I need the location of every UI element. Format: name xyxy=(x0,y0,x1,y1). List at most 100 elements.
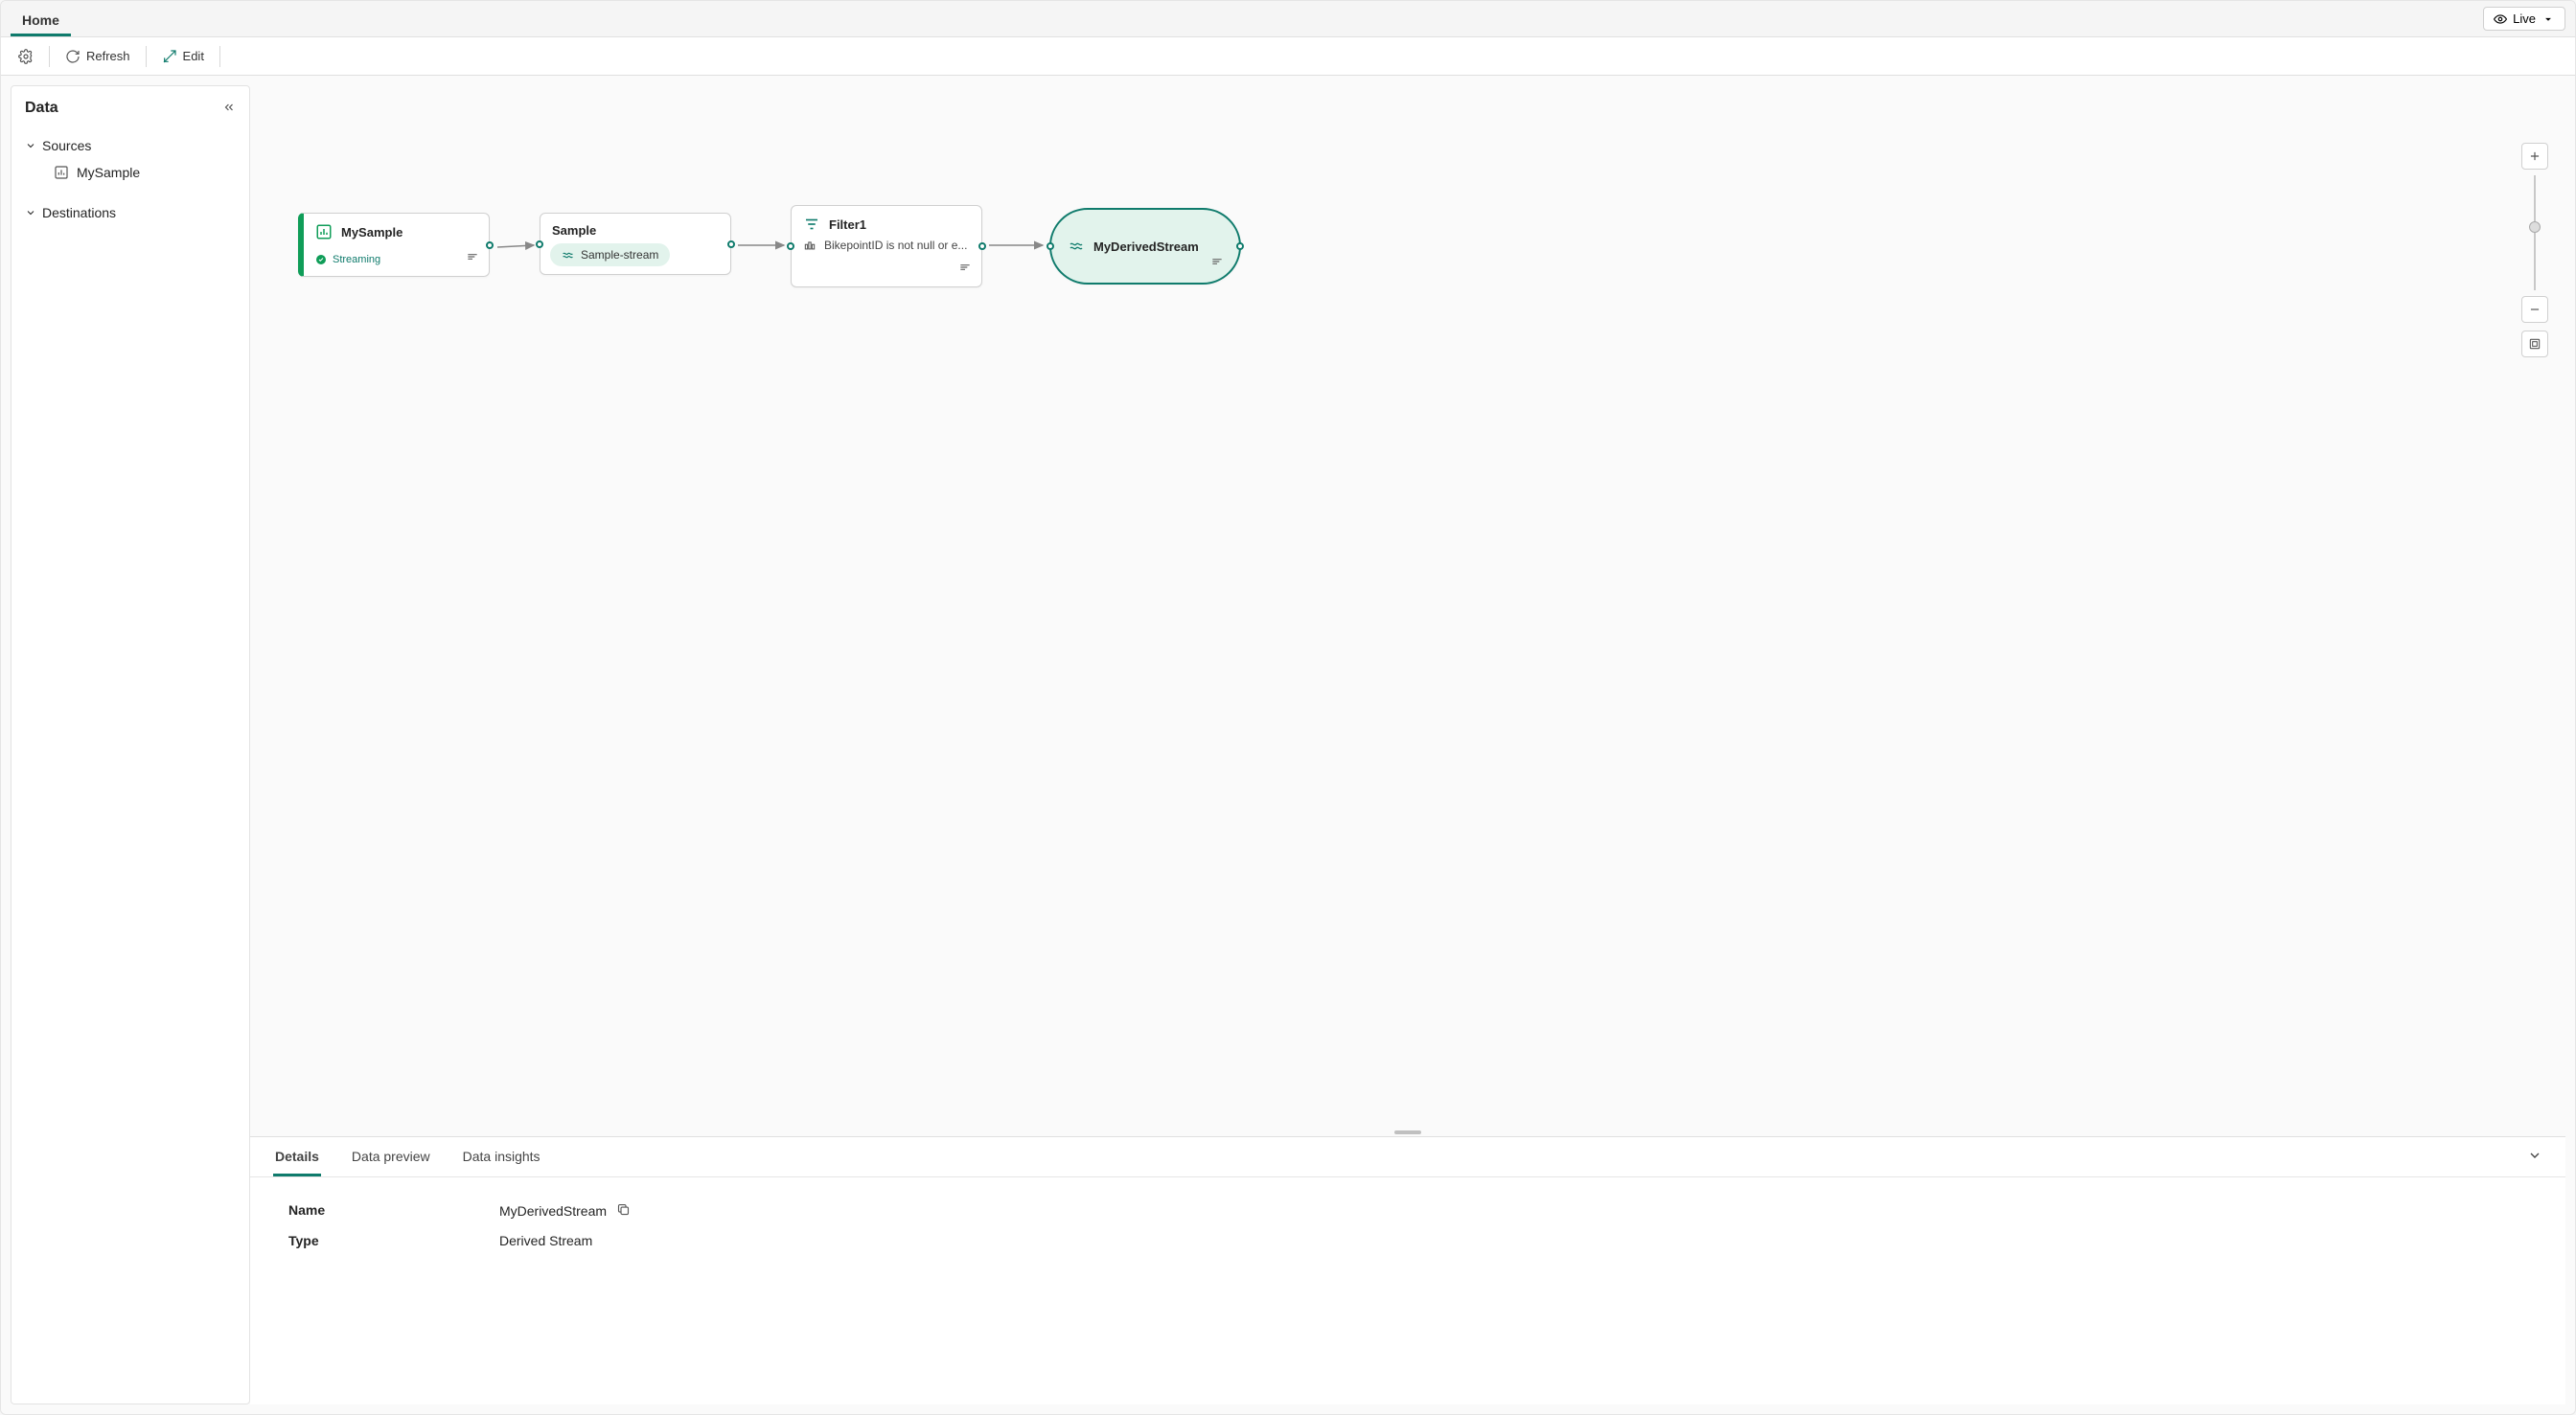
body: Data Sources MySample Destinations xyxy=(1,76,2575,1414)
type-value: Derived Stream xyxy=(499,1233,592,1248)
minus-icon xyxy=(2528,303,2542,316)
zoom-controls xyxy=(2521,143,2548,357)
port-out[interactable] xyxy=(1236,242,1244,250)
eye-icon xyxy=(2494,12,2507,26)
sources-section: Sources MySample xyxy=(25,134,236,188)
refresh-button[interactable]: Refresh xyxy=(56,43,140,70)
name-label: Name xyxy=(288,1202,442,1220)
divider xyxy=(146,46,147,67)
bottom-tabs: Details Data preview Data insights xyxy=(250,1137,2565,1177)
zoom-out-button[interactable] xyxy=(2521,296,2548,323)
sidebar-title: Data xyxy=(25,100,58,117)
tab-data-insights[interactable]: Data insights xyxy=(461,1137,542,1176)
zoom-slider-thumb[interactable] xyxy=(2529,221,2541,233)
app-window: Home Live Refresh Edit Data xyxy=(0,0,2576,1415)
details-body: Name MyDerivedStream Type Derived Stream xyxy=(250,1177,2565,1287)
divider xyxy=(219,46,220,67)
stream-icon xyxy=(562,249,574,262)
node-derived-title: MyDerivedStream xyxy=(1093,240,1199,254)
splitter-grip xyxy=(1394,1130,1421,1134)
node-menu-button[interactable] xyxy=(466,250,479,268)
zoom-slider-track[interactable] xyxy=(2534,175,2536,290)
field-name: Name MyDerivedStream xyxy=(288,1202,2527,1220)
tab-details[interactable]: Details xyxy=(273,1137,321,1176)
chevron-down-icon xyxy=(25,207,36,218)
gear-icon xyxy=(18,49,34,64)
live-label: Live xyxy=(2513,11,2536,26)
source-item-mysample[interactable]: MySample xyxy=(25,157,236,188)
ribbon-tab-home[interactable]: Home xyxy=(11,5,71,36)
chevron-down-icon xyxy=(2527,1148,2542,1163)
filter-icon xyxy=(803,216,820,233)
menu-lines-icon xyxy=(466,250,479,263)
status-text: Streaming xyxy=(333,254,380,265)
port-in[interactable] xyxy=(787,242,794,250)
flow-canvas[interactable]: MySample Streaming xyxy=(250,85,2565,1129)
chevron-down-icon xyxy=(2542,12,2555,26)
type-label: Type xyxy=(288,1233,442,1248)
sources-toggle[interactable]: Sources xyxy=(25,134,236,157)
column-icon xyxy=(803,240,816,253)
zoom-fit-button[interactable] xyxy=(2521,331,2548,357)
sidebar-header: Data xyxy=(25,100,236,117)
edit-icon xyxy=(162,49,177,64)
stream-icon xyxy=(1069,239,1084,254)
port-in[interactable] xyxy=(1046,242,1054,250)
tab-data-preview[interactable]: Data preview xyxy=(350,1137,432,1176)
destinations-section: Destinations xyxy=(25,201,236,224)
port-in[interactable] xyxy=(536,240,543,248)
bottom-panel: Details Data preview Data insights Name … xyxy=(250,1136,2565,1404)
panel-splitter[interactable] xyxy=(250,1129,2565,1136)
node-filter[interactable]: Filter1 BikepointID is not null or e... xyxy=(791,205,982,287)
pill-label: Sample-stream xyxy=(581,248,658,262)
node-source-title: MySample xyxy=(341,225,402,240)
node-sample-title: Sample xyxy=(552,223,596,238)
field-type: Type Derived Stream xyxy=(288,1233,2527,1248)
sample-stream-pill[interactable]: Sample-stream xyxy=(550,243,670,266)
ribbon-bar: Home Live xyxy=(1,1,2575,37)
port-out[interactable] xyxy=(727,240,735,248)
node-menu-button[interactable] xyxy=(1210,255,1224,273)
canvas-wrap: MySample Streaming xyxy=(250,85,2565,1129)
refresh-icon xyxy=(65,49,80,64)
filter-expression: BikepointID is not null or e... xyxy=(792,239,981,257)
data-sidebar: Data Sources MySample Destinations xyxy=(11,85,250,1404)
filter-expr-text: BikepointID is not null or e... xyxy=(824,239,967,252)
copy-icon xyxy=(616,1202,631,1217)
chart-icon xyxy=(54,165,69,180)
edit-button[interactable]: Edit xyxy=(152,43,214,70)
node-derived[interactable]: MyDerivedStream xyxy=(1049,208,1241,285)
node-sample[interactable]: Sample Sample-stream xyxy=(540,213,731,275)
port-out[interactable] xyxy=(486,241,494,249)
collapse-sidebar-button[interactable] xyxy=(222,101,236,117)
check-circle-icon xyxy=(315,254,327,265)
live-mode-button[interactable]: Live xyxy=(2483,7,2565,31)
copy-name-button[interactable] xyxy=(616,1202,631,1220)
toolbar: Refresh Edit xyxy=(1,37,2575,76)
node-source-status: Streaming xyxy=(315,254,380,265)
node-menu-button[interactable] xyxy=(958,261,972,279)
plus-icon xyxy=(2528,149,2542,163)
menu-lines-icon xyxy=(1210,255,1224,268)
main: MySample Streaming xyxy=(250,85,2565,1404)
chevron-double-left-icon xyxy=(222,101,236,114)
menu-lines-icon xyxy=(958,261,972,274)
divider xyxy=(49,46,50,67)
sources-label: Sources xyxy=(42,138,91,153)
node-source[interactable]: MySample Streaming xyxy=(298,213,490,277)
source-item-label: MySample xyxy=(77,165,140,180)
refresh-label: Refresh xyxy=(86,49,130,63)
fit-icon xyxy=(2528,337,2542,351)
destinations-toggle[interactable]: Destinations xyxy=(25,201,236,224)
collapse-bottom-panel-button[interactable] xyxy=(2527,1148,2542,1166)
settings-button[interactable] xyxy=(9,43,43,70)
node-filter-title: Filter1 xyxy=(829,217,866,232)
port-out[interactable] xyxy=(978,242,986,250)
edit-label: Edit xyxy=(183,49,204,63)
chevron-down-icon xyxy=(25,140,36,151)
name-value: MyDerivedStream xyxy=(499,1203,607,1219)
destinations-label: Destinations xyxy=(42,205,116,220)
chart-icon xyxy=(315,223,333,240)
zoom-in-button[interactable] xyxy=(2521,143,2548,170)
ribbon-tab-list: Home xyxy=(11,1,71,36)
